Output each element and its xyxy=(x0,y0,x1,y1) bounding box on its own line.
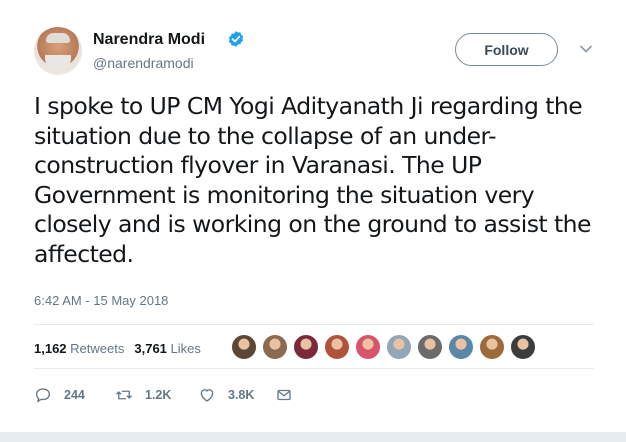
avatar-beard xyxy=(45,55,71,71)
direct-message-icon xyxy=(277,389,291,401)
liker-avatar[interactable] xyxy=(417,334,443,360)
retweet-action[interactable]: 1.2K xyxy=(115,385,171,405)
reply-count: 244 xyxy=(64,388,85,402)
tweet-stats: 1,162 Retweets 3,761 Likes xyxy=(34,341,201,356)
liker-avatars xyxy=(231,334,541,360)
liker-avatar[interactable] xyxy=(386,334,412,360)
reply-icon xyxy=(35,388,51,403)
like-action[interactable]: 3.8K xyxy=(198,385,254,405)
heart-icon xyxy=(200,389,214,402)
liker-avatar[interactable] xyxy=(479,334,505,360)
divider-top xyxy=(34,324,594,325)
bottom-strip xyxy=(0,432,626,442)
retweet-icon xyxy=(116,390,132,400)
author-avatar[interactable] xyxy=(34,27,82,75)
tweet-text: I spoke to UP CM Yogi Adityanath Ji rega… xyxy=(34,92,591,268)
likes-count: 3,761 xyxy=(134,341,167,356)
retweets-label: Retweets xyxy=(70,341,125,356)
liker-avatar[interactable] xyxy=(293,334,319,360)
liker-avatar[interactable] xyxy=(231,334,257,360)
divider-bottom xyxy=(34,368,594,369)
author-handle[interactable]: @narendramodi xyxy=(93,55,194,71)
liker-avatar[interactable] xyxy=(510,334,536,360)
liker-avatar[interactable] xyxy=(324,334,350,360)
author-name[interactable]: Narendra Modi xyxy=(93,31,205,49)
direct-message-action[interactable] xyxy=(275,385,305,405)
chevron-down-icon[interactable] xyxy=(579,42,593,56)
liker-avatar[interactable] xyxy=(355,334,381,360)
tweet-timestamp[interactable]: 6:42 AM - 15 May 2018 xyxy=(34,293,168,308)
like-count: 3.8K xyxy=(228,388,255,402)
likes-stat[interactable]: 3,761 Likes xyxy=(134,341,201,356)
retweet-count: 1.2K xyxy=(145,388,172,402)
follow-button[interactable]: Follow xyxy=(455,33,558,66)
avatar-hair xyxy=(46,33,70,43)
retweets-count: 1,162 xyxy=(34,341,67,356)
liker-avatar[interactable] xyxy=(262,334,288,360)
reply-action[interactable]: 244 xyxy=(34,385,85,405)
verified-badge-icon xyxy=(228,31,244,47)
liker-avatar[interactable] xyxy=(448,334,474,360)
retweets-stat[interactable]: 1,162 Retweets xyxy=(34,341,124,356)
tweet-card: Narendra Modi @narendramodi Follow I spo… xyxy=(0,0,626,442)
likes-label: Likes xyxy=(170,341,201,356)
